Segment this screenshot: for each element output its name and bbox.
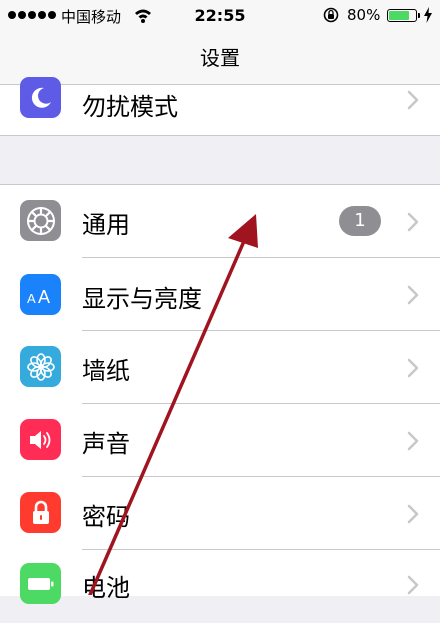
flower-icon <box>20 346 61 387</box>
notification-badge: 1 <box>339 206 381 236</box>
speaker-icon <box>20 419 61 460</box>
settings-group-main: 通用 1 A A 显示与亮度 墙纸 声音 密码 电池 <box>0 184 440 604</box>
chevron-right-icon <box>407 285 419 305</box>
battery-percent: 80% <box>347 6 381 24</box>
settings-item-label: 电池 <box>82 574 130 602</box>
settings-item-label: 声音 <box>82 430 130 458</box>
charging-bolt-icon <box>424 7 432 23</box>
settings-item-do-not-disturb[interactable]: 勿扰模式 <box>0 77 440 135</box>
gear-icon <box>20 200 61 241</box>
chevron-right-icon <box>407 212 419 232</box>
svg-text:A: A <box>38 287 50 307</box>
battery-icon <box>387 9 417 22</box>
chevron-right-icon <box>407 358 419 378</box>
chevron-right-icon <box>407 90 419 110</box>
settings-item-passcode[interactable]: 密码 <box>0 477 440 550</box>
text-size-icon: A A <box>20 274 61 315</box>
status-bar: 中国移动 22:55 80% <box>0 0 440 32</box>
chevron-right-icon <box>407 504 419 524</box>
settings-item-label: 密码 <box>82 503 130 531</box>
settings-item-label: 墙纸 <box>82 357 130 385</box>
settings-item-battery[interactable]: 电池 <box>0 550 440 623</box>
chevron-right-icon <box>407 431 419 451</box>
lock-icon <box>20 492 61 533</box>
settings-item-display-brightness[interactable]: A A 显示与亮度 <box>0 258 440 331</box>
settings-item-sounds[interactable]: 声音 <box>0 404 440 477</box>
settings-item-general[interactable]: 通用 1 <box>0 185 440 258</box>
settings-item-label: 勿扰模式 <box>82 93 178 121</box>
settings-group-top: 勿扰模式 <box>0 77 440 136</box>
svg-text:A: A <box>27 291 36 306</box>
battery-icon <box>20 563 61 604</box>
page-title: 设置 <box>200 46 240 70</box>
settings-item-label: 显示与亮度 <box>82 285 202 313</box>
rotation-lock-icon <box>323 7 339 23</box>
navigation-bar: 设置 <box>0 32 440 85</box>
battery-tip <box>418 13 420 18</box>
settings-item-label: 通用 <box>82 211 130 239</box>
chevron-right-icon <box>407 575 419 595</box>
settings-item-wallpaper[interactable]: 墙纸 <box>0 331 440 404</box>
moon-icon <box>20 77 61 118</box>
